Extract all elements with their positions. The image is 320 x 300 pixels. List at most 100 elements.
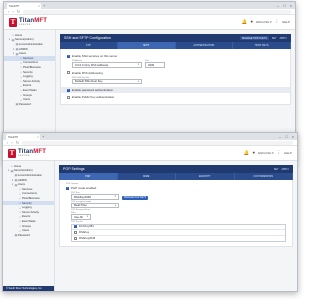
sidebar-item-label: Logging	[23, 75, 33, 79]
sidebar-item[interactable]: ▤ Password	[4, 102, 55, 107]
key-name: RSAKey	[79, 230, 90, 234]
pubkey-auth-checkbox[interactable]	[67, 95, 70, 99]
apply-link[interactable]: APPLY	[281, 168, 289, 171]
bell-icon[interactable]: 🔔	[244, 150, 250, 156]
new-tab-icon[interactable]: +	[43, 3, 45, 8]
bell-icon[interactable]: 🔔	[242, 19, 248, 25]
app-header: T TitanMFT SERVER 🔔 ● ENGLISH ▾ ⋮ HELP	[3, 146, 297, 161]
close-tab-icon[interactable]: ×	[37, 135, 40, 139]
reload-icon[interactable]: ↻	[17, 9, 20, 14]
password-auth-checkbox[interactable]: ✓	[67, 88, 70, 92]
sidebar-item-label: Users	[22, 229, 30, 233]
key-checkbox[interactable]	[74, 230, 77, 234]
manage-pgp-keys-button[interactable]: MANAGE PGP KEYS	[122, 195, 149, 200]
sidebar-item-label: Events	[23, 84, 32, 88]
sidebar-item-label: Pluto/Business	[22, 196, 40, 200]
sidebar-item-label: Home	[14, 164, 22, 168]
sidebar-item-label: Security	[22, 201, 32, 205]
minimize-icon[interactable]: –	[279, 134, 281, 139]
logo-mark-icon: T	[9, 17, 17, 27]
back-arrow-icon[interactable]: ‹	[8, 9, 9, 14]
language-select[interactable]: ENGLISH ▾	[256, 20, 272, 24]
forward-arrow-icon[interactable]: ›	[11, 140, 12, 145]
sidebar-item-label: Home	[15, 33, 23, 37]
tab-bar: PGP MIME ENCRYPT CUSTOMIZATION	[59, 173, 293, 180]
sidebar-item-label: Security	[23, 70, 33, 74]
sidebar-item[interactable]: ▤ Password	[3, 233, 54, 238]
key-name: RSAKey2048	[79, 236, 96, 240]
tab-item[interactable]: ENCRYPT	[176, 173, 235, 180]
new-tab-icon[interactable]: +	[42, 134, 44, 139]
page-titlebar: SSH and SFTP Configuration MANAGE HOST K…	[60, 34, 291, 42]
sidebar-item-label: Server Activity	[22, 210, 40, 214]
sidebar: ⌂ Home ▾ ▤ Servers(Admin) ▤ Local Administrati…	[3, 161, 55, 291]
sidebar-item-label: Events	[22, 215, 31, 219]
close-tab-icon[interactable]: ×	[38, 4, 41, 8]
user-icon[interactable]: ●	[250, 19, 253, 25]
sidebar-item-label: Pluto/Business	[23, 65, 41, 69]
url-input[interactable]	[22, 140, 293, 145]
enable-ssh-checkbox[interactable]: ✓	[67, 54, 70, 58]
tab-item[interactable]: PGP	[59, 173, 118, 180]
page-title: SSH and SFTP Configuration	[64, 36, 111, 40]
more-icon[interactable]: ⋮	[277, 150, 282, 156]
sidebar-item-label: Services	[22, 187, 33, 191]
tab-item[interactable]: AUTHENTICATION	[176, 42, 234, 49]
set-link[interactable]: SET	[272, 37, 277, 40]
sidebar-item-label: Exec/Tasks	[22, 219, 36, 223]
window-controls: – □ ×	[277, 3, 292, 8]
close-window-icon[interactable]: ×	[290, 3, 292, 8]
chevron-down-icon: ▾	[137, 79, 139, 83]
tab-item[interactable]: FTP	[60, 42, 118, 49]
help-link[interactable]: HELP	[282, 20, 290, 24]
app-header: T TitanMFT SERVER 🔔 ● ENGLISH ▾ ⋮ HELP	[4, 15, 295, 30]
more-icon[interactable]: ⋮	[275, 19, 280, 25]
sidebar-item-label: Exec/Tasks	[23, 88, 37, 92]
help-link[interactable]: HELP	[284, 151, 292, 155]
logo-subtitle: SERVER	[19, 23, 31, 26]
sidebar-footer: © South River Technologies, Inc.	[3, 286, 54, 291]
encryption-mode-select[interactable]: Real-Time ▾	[71, 202, 119, 208]
ipv6-checkbox[interactable]	[67, 71, 70, 74]
language-select[interactable]: ENGLISH ▾	[258, 151, 274, 155]
host-key-select[interactable]: Default SSH Host Key ▾	[72, 78, 142, 84]
key-checkbox[interactable]: ✓	[74, 225, 77, 229]
chevron-down-icon: ▾	[137, 63, 139, 67]
chevron-down-icon: ▾	[86, 215, 88, 219]
titan-logo[interactable]: T TitanMFT SERVER	[9, 17, 61, 27]
ip-address-select[interactable]: 0.0.0.0 (Any IPv4 Address) ▾	[72, 62, 142, 68]
user-icon[interactable]: ●	[252, 150, 255, 156]
titan-logo[interactable]: T TitanMFT SERVER	[8, 148, 60, 158]
sidebar-item-label: Users	[18, 183, 26, 187]
tab-item[interactable]: CUSTOMIZATION	[235, 173, 293, 180]
pgp-key-select[interactable]: RSAKey2048 ▾	[71, 194, 119, 200]
back-arrow-icon[interactable]: ‹	[7, 140, 8, 145]
url-input[interactable]	[23, 9, 291, 14]
pgp-panel: PGP Options ✓ PGP mode enabled PGP Key R…	[59, 180, 293, 247]
tab-item[interactable]: HOST KEYS	[233, 42, 291, 49]
logo-subtitle: SERVER	[18, 154, 30, 157]
manage-host-keys-button[interactable]: MANAGE HOST KEYS	[240, 36, 269, 40]
maximize-icon[interactable]: □	[285, 134, 287, 139]
set-link[interactable]: SET	[274, 168, 279, 171]
reload-icon[interactable]: ↻	[16, 140, 19, 145]
sidebar-item-label: Servers(Admin)	[15, 38, 34, 42]
tab-bar: FTP SFTP AUTHENTICATION HOST KEYS	[60, 42, 291, 49]
pgp-enabled-checkbox[interactable]: ✓	[66, 186, 69, 190]
apply-link[interactable]: APPLY	[279, 37, 287, 40]
chevron-down-icon: ▾	[114, 203, 116, 207]
filter-select[interactable]: Use All ▾	[71, 214, 91, 220]
minimize-icon[interactable]: –	[277, 3, 279, 8]
pubkey-auth-label: Enable Public Key authentication	[72, 95, 115, 99]
logo-mark-icon: T	[8, 148, 16, 158]
key-checkbox[interactable]	[74, 236, 77, 240]
sidebar-item-label: Local Administration	[18, 173, 43, 177]
forward-arrow-icon[interactable]: ›	[12, 9, 13, 14]
maximize-icon[interactable]: □	[283, 3, 285, 8]
list-item[interactable]: RSAKey2048	[72, 236, 285, 242]
tab-item[interactable]: MIME	[118, 173, 176, 180]
pgp-enabled-label: PGP mode enabled	[71, 186, 97, 190]
port-input[interactable]: 2200	[145, 62, 165, 68]
tab-item[interactable]: SFTP	[117, 42, 176, 49]
close-window-icon[interactable]: ×	[292, 134, 294, 139]
